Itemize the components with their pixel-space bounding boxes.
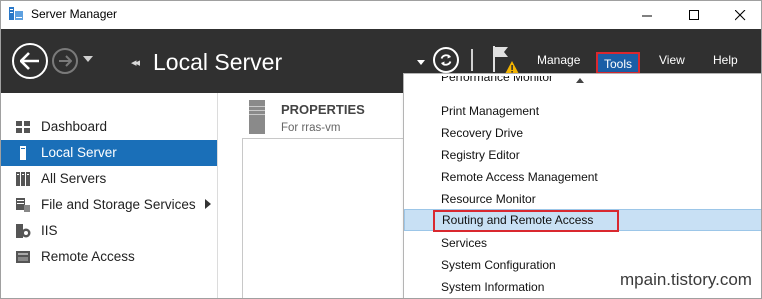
tools-menu-item[interactable]: Recovery Drive bbox=[404, 122, 761, 144]
maximize-icon bbox=[688, 9, 699, 20]
tools-menu-item-label: System Information bbox=[441, 280, 545, 294]
tools-menu-item[interactable]: Registry Editor bbox=[404, 144, 761, 166]
sidebar-item-label: All Servers bbox=[41, 171, 107, 186]
refresh-icon bbox=[440, 54, 452, 66]
tools-menu-item-label: System Configuration bbox=[441, 258, 556, 272]
dashboard-icon bbox=[16, 121, 30, 133]
sidebar-nav: Dashboard Local Server All Servers File … bbox=[1, 93, 217, 298]
arrow-right-icon bbox=[59, 55, 72, 67]
tools-menu-item-label: Services bbox=[441, 236, 488, 250]
sidebar-item-dashboard[interactable]: Dashboard bbox=[1, 114, 217, 140]
watermark-text: mpain.tistory.com bbox=[602, 259, 761, 298]
properties-panel bbox=[242, 138, 412, 298]
remote-access-icon bbox=[16, 251, 30, 263]
iis-icon bbox=[16, 224, 31, 238]
close-icon bbox=[734, 9, 745, 20]
sidebar-item-label: File and Storage Services bbox=[41, 197, 196, 212]
sidebar-item-label: Remote Access bbox=[41, 249, 135, 264]
sidebar-item-iis[interactable]: IIS bbox=[1, 218, 217, 244]
close-button[interactable] bbox=[717, 1, 761, 29]
sidebar-item-all-servers[interactable]: All Servers bbox=[1, 166, 217, 192]
maximize-button[interactable] bbox=[671, 1, 717, 29]
menu-help[interactable]: Help bbox=[713, 53, 738, 67]
properties-subtitle: For rras-vm bbox=[281, 122, 341, 134]
server-manager-app-icon bbox=[9, 7, 23, 20]
tools-menu-item[interactable]: Remote Access Management bbox=[404, 166, 761, 188]
title-bar: Server Manager bbox=[1, 1, 761, 29]
server-manager-window: Server Manager ◂◂ Local Server Manage To… bbox=[0, 0, 762, 299]
breadcrumb-arrows-icon: ◂◂ bbox=[131, 57, 140, 69]
sidebar-item-label: Local Server bbox=[41, 145, 117, 160]
tools-menu-item-label: Recovery Drive bbox=[441, 126, 524, 140]
tools-menu-item-label: Print Management bbox=[441, 104, 540, 118]
properties-title: PROPERTIES bbox=[281, 102, 365, 117]
sidebar-item-remote-access[interactable]: Remote Access bbox=[1, 244, 217, 270]
nav-dropdown-icon[interactable] bbox=[417, 60, 425, 65]
local-server-icon bbox=[20, 146, 26, 160]
history-dropdown-icon[interactable] bbox=[83, 56, 93, 62]
tools-menu-item[interactable]: Resource Monitor bbox=[404, 188, 761, 210]
tools-menu-item-label: Registry Editor bbox=[441, 148, 520, 162]
tools-menu-item-label: Remote Access Management bbox=[441, 170, 598, 184]
tools-menu-item-routing-remote-access[interactable]: Routing and Remote Access bbox=[404, 209, 761, 232]
tools-menu-item[interactable]: Print Management bbox=[404, 100, 761, 122]
back-button[interactable] bbox=[12, 43, 48, 79]
file-storage-icon bbox=[16, 198, 30, 212]
window-title: Server Manager bbox=[31, 7, 118, 21]
menu-tools[interactable]: Tools bbox=[596, 52, 640, 74]
notifications-flag-icon[interactable] bbox=[491, 44, 521, 76]
tools-menu-item[interactable]: Services bbox=[404, 232, 761, 254]
minimize-icon bbox=[641, 15, 652, 16]
menu-manage[interactable]: Manage bbox=[537, 53, 580, 67]
tools-menu-item-label: Performance Monitor bbox=[441, 76, 554, 84]
sidebar-item-label: Dashboard bbox=[41, 119, 108, 134]
header-separator bbox=[471, 49, 473, 71]
forward-button[interactable] bbox=[52, 48, 78, 74]
sidebar-item-file-storage[interactable]: File and Storage Services bbox=[1, 192, 217, 218]
chevron-right-icon bbox=[205, 199, 211, 209]
tools-menu-item-label: Resource Monitor bbox=[441, 192, 536, 206]
all-servers-icon bbox=[16, 172, 30, 186]
sidebar-item-label: IIS bbox=[41, 223, 58, 238]
arrow-left-icon bbox=[20, 52, 39, 70]
refresh-button[interactable] bbox=[433, 47, 459, 73]
page-title: Local Server bbox=[153, 49, 283, 75]
properties-server-icon bbox=[249, 100, 265, 134]
menu-tools-label: Tools bbox=[603, 57, 632, 71]
minimize-button[interactable] bbox=[624, 1, 670, 29]
sidebar-divider bbox=[217, 93, 218, 298]
menu-view[interactable]: View bbox=[659, 53, 685, 67]
menu-scroll-up-icon[interactable] bbox=[576, 78, 584, 83]
tools-menu-item-label: Routing and Remote Access bbox=[442, 213, 594, 227]
sidebar-item-local-server[interactable]: Local Server bbox=[1, 140, 217, 166]
